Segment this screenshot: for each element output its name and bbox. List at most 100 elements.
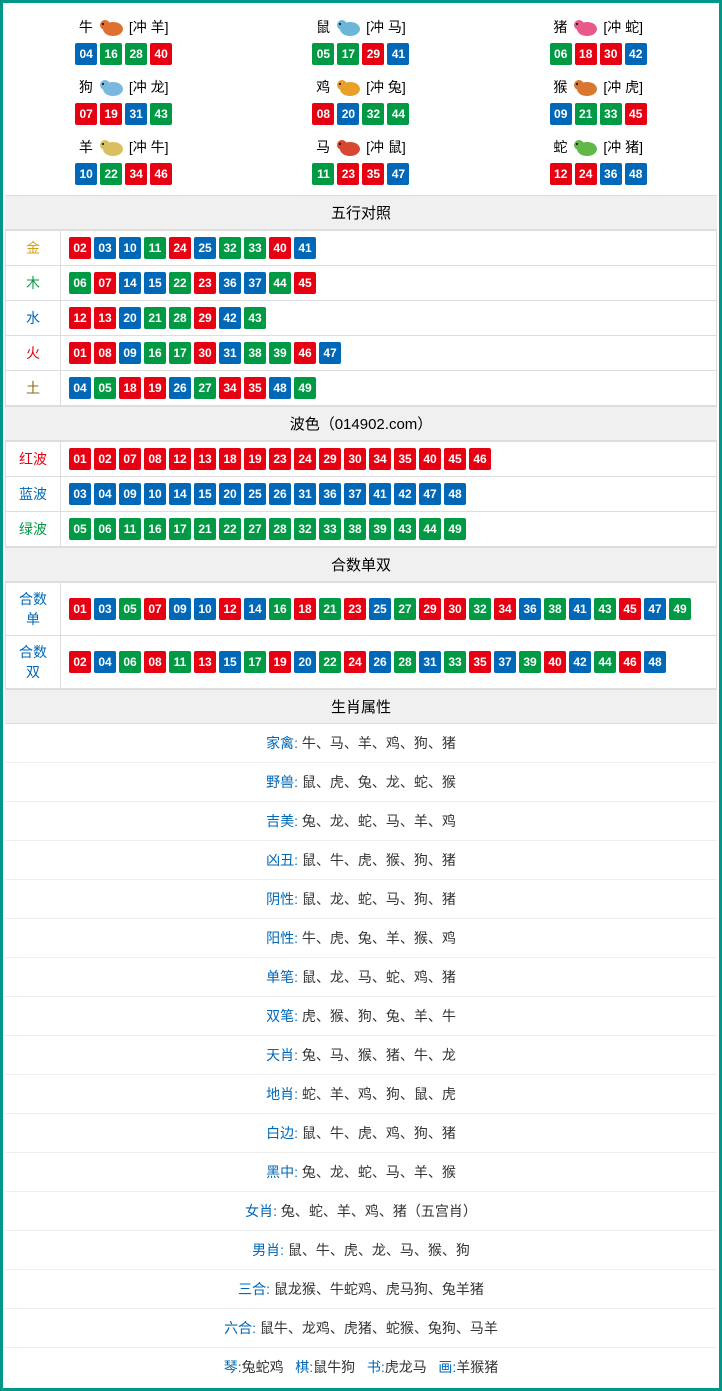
number-ball: 03: [94, 237, 116, 259]
attr-row: 天肖: 兔、马、猴、猪、牛、龙: [5, 1036, 717, 1075]
table-row: 红波0102070812131819232429303435404546: [6, 442, 717, 477]
number-ball: 36: [219, 272, 241, 294]
attr-value: 兔、马、猴、猪、牛、龙: [302, 1047, 456, 1063]
zodiac-animal-icon: [569, 15, 601, 39]
number-ball: 27: [394, 598, 416, 620]
number-ball: 31: [219, 342, 241, 364]
number-ball: 25: [244, 483, 266, 505]
attr-row: 男肖: 鼠、牛、虎、龙、马、猴、狗: [5, 1231, 717, 1270]
attr-label: 单笔:: [266, 969, 302, 985]
number-ball: 08: [144, 448, 166, 470]
row-label: 水: [6, 301, 61, 336]
number-ball: 49: [444, 518, 466, 540]
zodiac-clash: [冲 猪]: [603, 137, 643, 157]
table-row: 蓝波03040910141520252631363741424748: [6, 477, 717, 512]
zodiac-balls: 06183042: [480, 43, 717, 65]
attr-label: 白边:: [266, 1125, 302, 1141]
number-ball: 35: [244, 377, 266, 399]
zodiac-cell: 蛇[冲 猪]12243648: [480, 130, 717, 190]
number-ball: 20: [337, 103, 359, 125]
bottom-label: 画:: [438, 1359, 456, 1375]
number-ball: 22: [319, 651, 341, 673]
table-row: 绿波05061116172122272832333839434449: [6, 512, 717, 547]
attr-row: 女肖: 兔、蛇、羊、鸡、猪（五宫肖）: [5, 1192, 717, 1231]
attr-value: 鼠、牛、虎、龙、马、猴、狗: [288, 1242, 470, 1258]
attr-label: 吉美:: [266, 813, 302, 829]
attr-label: 阳性:: [266, 930, 302, 946]
attr-label: 三合:: [238, 1281, 274, 1297]
number-ball: 30: [344, 448, 366, 470]
zodiac-cell: 牛[冲 羊]04162840: [5, 10, 242, 70]
number-ball: 09: [119, 483, 141, 505]
number-ball: 14: [119, 272, 141, 294]
number-ball: 39: [269, 342, 291, 364]
number-ball: 20: [219, 483, 241, 505]
row-balls: 05061116172122272832333839434449: [61, 512, 717, 547]
main-container: 牛[冲 羊]04162840鼠[冲 马]05172941猪[冲 蛇]061830…: [0, 0, 722, 1391]
zodiac-cell: 猴[冲 虎]09213345: [480, 70, 717, 130]
number-ball: 21: [144, 307, 166, 329]
number-ball: 14: [244, 598, 266, 620]
attr-value: 鼠龙猴、牛蛇鸡、虎马狗、兔羊猪: [274, 1281, 484, 1297]
number-ball: 08: [94, 342, 116, 364]
number-ball: 47: [387, 163, 409, 185]
row-balls: 02031011242532334041: [61, 231, 717, 266]
attr-value: 鼠、牛、虎、猴、狗、猪: [302, 852, 456, 868]
zodiac-name: 鸡: [316, 77, 330, 97]
number-ball: 04: [94, 651, 116, 673]
number-ball: 28: [125, 43, 147, 65]
number-ball: 12: [69, 307, 91, 329]
number-ball: 15: [144, 272, 166, 294]
zodiac-cell: 鸡 [冲 兔] 08203244: [242, 70, 479, 130]
table-row: 水1213202128294243: [6, 301, 717, 336]
attr-label: 地肖:: [266, 1086, 302, 1102]
bottom-label: 书:: [367, 1359, 385, 1375]
number-ball: 26: [169, 377, 191, 399]
number-ball: 09: [169, 598, 191, 620]
attr-label: 黑中:: [266, 1164, 302, 1180]
number-ball: 42: [394, 483, 416, 505]
zodiac-clash: [冲 兔]: [366, 77, 406, 97]
attr-value: 蛇、羊、鸡、狗、鼠、虎: [302, 1086, 456, 1102]
number-ball: 25: [369, 598, 391, 620]
attr-row: 阳性: 牛、虎、兔、羊、猴、鸡: [5, 919, 717, 958]
zodiac-balls: 10223446: [5, 163, 242, 185]
number-ball: 18: [294, 598, 316, 620]
zodiac-balls: 07193143: [5, 103, 242, 125]
row-label: 金: [6, 231, 61, 266]
zodiac-balls: 05172941: [242, 43, 479, 65]
number-ball: 43: [244, 307, 266, 329]
wuxing-table: 金02031011242532334041木060714152223363744…: [5, 230, 717, 406]
wuxing-header: 五行对照: [5, 195, 717, 230]
bose-table: 红波0102070812131819232429303435404546蓝波03…: [5, 441, 717, 547]
number-ball: 05: [312, 43, 334, 65]
number-ball: 23: [337, 163, 359, 185]
number-ball: 06: [550, 43, 572, 65]
attr-label: 男肖:: [252, 1242, 288, 1258]
number-ball: 09: [550, 103, 572, 125]
number-ball: 16: [144, 518, 166, 540]
zodiac-clash: [冲 牛]: [129, 137, 169, 157]
table-row: 金02031011242532334041: [6, 231, 717, 266]
number-ball: 06: [94, 518, 116, 540]
number-ball: 02: [69, 651, 91, 673]
zodiac-cell: 猪[冲 蛇]06183042: [480, 10, 717, 70]
attr-row: 阴性: 鼠、龙、蛇、马、狗、猪: [5, 880, 717, 919]
zodiac-name: 猪: [553, 17, 567, 37]
number-ball: 44: [419, 518, 441, 540]
table-row: 合数单0103050709101214161821232527293032343…: [6, 583, 717, 636]
zodiac-animal-icon: [332, 135, 364, 159]
number-ball: 10: [119, 237, 141, 259]
heshu-header: 合数单双: [5, 547, 717, 582]
attr-row: 双笔: 虎、猴、狗、兔、羊、牛: [5, 997, 717, 1036]
number-ball: 16: [269, 598, 291, 620]
number-ball: 32: [294, 518, 316, 540]
row-label: 绿波: [6, 512, 61, 547]
number-ball: 19: [244, 448, 266, 470]
number-ball: 06: [119, 651, 141, 673]
zodiac-balls: 08203244: [242, 103, 479, 125]
zodiac-cell: 羊[冲 牛]10223446: [5, 130, 242, 190]
number-ball: 46: [469, 448, 491, 470]
number-ball: 34: [219, 377, 241, 399]
number-ball: 30: [600, 43, 622, 65]
